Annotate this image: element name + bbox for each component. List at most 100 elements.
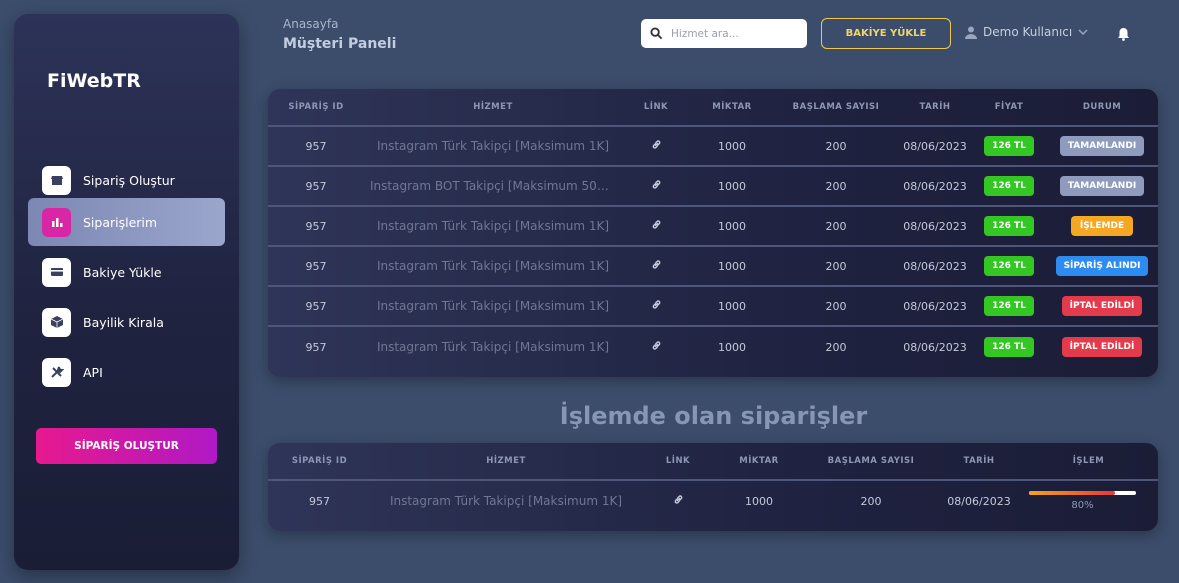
status-badge: İPTAL EDİLDİ — [1061, 337, 1143, 357]
column-header: SİPARİŞ ID — [268, 443, 371, 481]
topup-button[interactable]: BAKİYE YÜKLE — [821, 18, 951, 49]
column-header: HİZMET — [371, 443, 641, 481]
user-icon — [965, 26, 977, 39]
order-id-cell: 957 — [268, 287, 364, 327]
column-header: LİNK — [641, 443, 715, 481]
in-progress-table: SİPARİŞ ID HİZMET LİNK MİKTAR BAŞLAMA SA… — [268, 443, 1158, 521]
table-header-row: SİPARİŞ ID HİZMET LİNK MİKTAR BAŞLAMA SA… — [268, 89, 1158, 127]
column-header: BAŞLAMA SAYISI — [803, 443, 939, 481]
service-cell: Instagram Türk Takipçi [Maksimum 1K] — [364, 207, 622, 247]
search-icon — [650, 27, 663, 40]
quantity-cell: 1000 — [690, 167, 774, 207]
status-cell: İPTAL EDİLDİ — [1046, 287, 1158, 327]
link-icon[interactable] — [673, 495, 684, 508]
order-id-cell: 957 — [268, 207, 364, 247]
price-cell: 126 TL — [972, 167, 1046, 207]
table-row[interactable]: 957 Instagram Türk Takipçi [Maksimum 1K] 1… — [268, 207, 1158, 247]
table-row[interactable]: 957 Instagram Türk Takipçi [Maksimum 1K] 1… — [268, 287, 1158, 327]
start-count-cell: 200 — [774, 287, 898, 327]
status-badge: İPTAL EDİLDİ — [1061, 296, 1143, 316]
page-title: Müşteri Paneli — [283, 36, 397, 52]
status-cell: İŞLEMDE — [1046, 207, 1158, 247]
column-header: LİNK — [622, 89, 690, 127]
service-cell: Instagram BOT Takipçi [Maksimum 50K]... — [364, 167, 622, 207]
link-icon[interactable] — [651, 140, 662, 153]
progress-label: 80% — [1071, 500, 1094, 511]
order-id-cell: 957 — [268, 127, 364, 167]
column-header: TARİH — [898, 89, 972, 127]
service-cell: Instagram Türk Takipçi [Maksimum 1K] — [389, 494, 623, 508]
price-cell: 126 TL — [972, 207, 1046, 247]
start-count-cell: 200 — [825, 340, 847, 354]
brand-logo[interactable]: FiWebTR — [47, 70, 141, 92]
table-row[interactable]: 957 Instagram Türk Takipçi [Maksimum 1K] 1… — [268, 481, 1158, 521]
service-cell: Instagram Türk Takipçi [Maksimum 1K] — [364, 287, 622, 327]
sidebar-item-reseller[interactable]: Bayilik Kirala — [28, 298, 225, 346]
link-cell — [622, 287, 690, 327]
status-cell: TAMAMLANDI — [1046, 127, 1158, 167]
date-cell: 08/06/2023 — [898, 207, 972, 247]
status-cell: SİPARİŞ ALINDI — [1046, 247, 1158, 287]
chevron-down-icon — [1078, 29, 1088, 36]
link-cell — [622, 167, 690, 207]
date-cell: 08/06/2023 — [898, 287, 972, 327]
order-id-cell: 957 — [309, 494, 330, 508]
service-cell: Instagram Türk Takipçi [Maksimum 1K] — [364, 127, 622, 167]
table-row[interactable]: 957 Instagram Türk Takipçi [Maksimum 1K] 1… — [268, 127, 1158, 167]
column-header: TARİH — [939, 443, 1019, 481]
user-menu[interactable]: Demo Kullanıcı — [965, 25, 1094, 39]
price-cell: 126 TL — [972, 247, 1046, 287]
status-badge: TAMAMLANDI — [1059, 176, 1145, 196]
link-icon[interactable] — [651, 260, 662, 273]
quantity-cell: 1000 — [690, 287, 774, 327]
link-cell — [622, 127, 690, 167]
tools-icon — [42, 357, 71, 387]
link-icon[interactable] — [651, 300, 662, 313]
price-cell: 126 TL — [972, 287, 1046, 327]
link-cell — [622, 247, 690, 287]
table-row[interactable]: 957 Instagram Türk Takipçi [Maksimum 1K] 1… — [268, 327, 1158, 367]
price-cell: 126 TL — [972, 127, 1046, 167]
quantity-cell: 1000 — [745, 494, 773, 508]
create-order-button[interactable]: SİPARİŞ OLUŞTUR — [36, 428, 217, 464]
sidebar: FiWebTR Sipariş Oluştur Siparişlerim Bak… — [14, 14, 239, 570]
breadcrumb[interactable]: Anasayfa — [283, 17, 338, 31]
start-count-cell: 200 — [860, 494, 882, 508]
column-header: HİZMET — [364, 89, 622, 127]
quantity-cell: 1000 — [718, 340, 746, 354]
status-badge: İŞLEMDE — [1071, 216, 1133, 236]
orders-table-card: SİPARİŞ ID HİZMET LİNK MİKTAR BAŞLAMA SA… — [268, 89, 1158, 377]
search-box[interactable] — [641, 19, 807, 48]
link-cell — [641, 481, 715, 521]
column-header: MİKTAR — [690, 89, 774, 127]
sidebar-item-my-orders[interactable]: Siparişlerim — [28, 198, 225, 246]
search-input[interactable] — [671, 27, 801, 40]
price-badge: 126 TL — [984, 176, 1034, 196]
status-badge: TAMAMLANDI — [1059, 136, 1145, 156]
in-progress-title: İşlemde olan siparişler — [559, 402, 868, 430]
sidebar-item-topup[interactable]: Bakiye Yükle — [28, 248, 225, 296]
link-icon[interactable] — [651, 180, 662, 193]
quantity-cell: 1000 — [690, 127, 774, 167]
start-count-cell: 200 — [774, 207, 898, 247]
start-count-cell: 200 — [774, 127, 898, 167]
price-cell: 126 TL — [972, 327, 1046, 367]
link-cell — [622, 327, 690, 367]
bell-icon[interactable] — [1117, 27, 1130, 41]
sidebar-item-create-order[interactable]: Sipariş Oluştur — [28, 156, 225, 204]
link-icon[interactable] — [651, 341, 662, 354]
price-badge: 126 TL — [984, 216, 1034, 236]
progress-cell: 80% — [1019, 481, 1158, 521]
status-cell: TAMAMLANDI — [1046, 167, 1158, 207]
quantity-cell: 1000 — [690, 207, 774, 247]
user-name: Demo Kullanıcı — [983, 25, 1073, 39]
table-row[interactable]: 957 Instagram Türk Takipçi [Maksimum 1K] 1… — [268, 247, 1158, 287]
table-row[interactable]: 957 Instagram BOT Takipçi [Maksimum 50K].… — [268, 167, 1158, 207]
date-cell: 08/06/2023 — [898, 127, 972, 167]
sidebar-item-api[interactable]: API — [28, 348, 225, 396]
link-icon[interactable] — [651, 220, 662, 233]
order-id-cell: 957 — [268, 247, 364, 287]
orders-table: SİPARİŞ ID HİZMET LİNK MİKTAR BAŞLAMA SA… — [268, 89, 1158, 367]
sidebar-item-label: Bakiye Yükle — [83, 264, 162, 280]
sidebar-item-label: Bayilik Kirala — [83, 314, 164, 330]
